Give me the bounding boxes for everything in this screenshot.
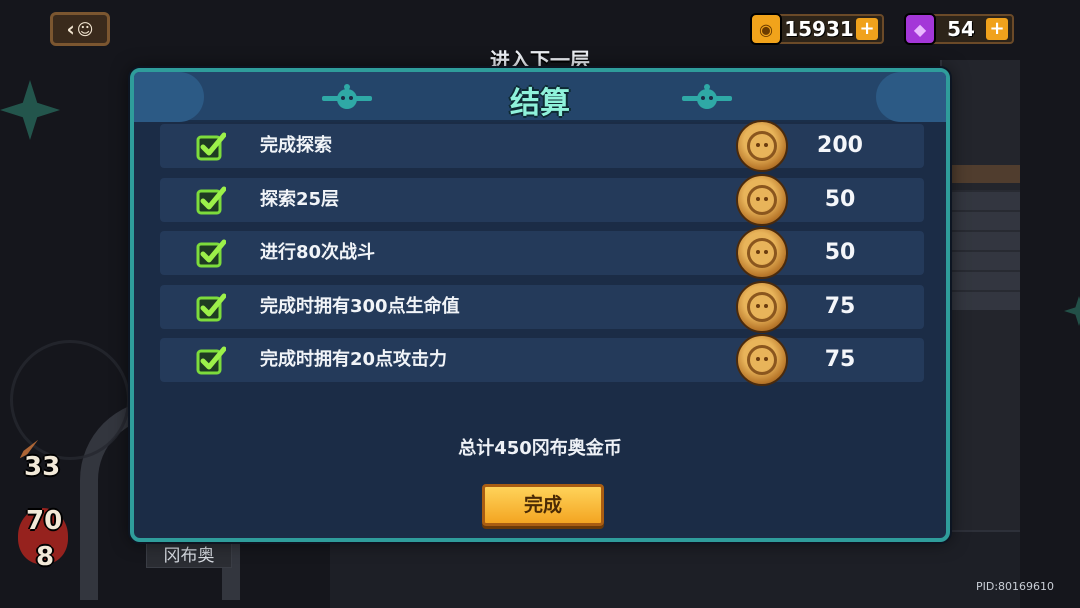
purple-gem-icon: ◆	[904, 13, 936, 45]
gem-amount: 54	[947, 17, 975, 41]
character-face-icon: ☺	[76, 19, 94, 39]
settlement-modal: 结算 完成探索 200 探索25层 50 进行80次战斗 50 完成时拥有300…	[130, 68, 950, 542]
bg-ring	[10, 340, 130, 460]
reward-row: 进行80次战斗 50	[160, 227, 924, 279]
character-name-plate: 冈布奥	[146, 542, 232, 568]
sparkle-icon	[0, 80, 60, 140]
gumball-coin-icon	[736, 120, 788, 172]
reward-value: 200	[817, 133, 863, 158]
reward-label: 探索25层	[260, 188, 340, 210]
gumball-coin-icon	[736, 227, 788, 279]
level-stat: 8	[36, 542, 55, 572]
gumball-coin-icon	[736, 280, 788, 333]
player-id: PID:80169610	[976, 580, 1055, 593]
reward-value: 75	[824, 293, 856, 319]
checkmark-icon	[196, 132, 226, 161]
reward-row: 完成时拥有300点生命值 75	[160, 280, 924, 333]
reward-row: 完成时拥有20点攻击力 75	[160, 334, 924, 386]
checkmark-icon	[196, 293, 226, 321]
reward-label: 完成时拥有300点生命值	[260, 295, 460, 317]
bg-wood-beam	[950, 165, 1020, 183]
gumball-coin-icon	[736, 334, 788, 386]
sparkle-icon	[1064, 296, 1080, 326]
bg-brick-wall	[950, 190, 1020, 310]
gold-currency: ◉ 15931 +	[750, 13, 884, 45]
reward-label: 进行80次战斗	[260, 242, 376, 263]
gold-coin-icon: ◉	[750, 13, 782, 45]
reward-value: 50	[824, 240, 856, 265]
attack-stat: 33	[24, 452, 61, 482]
add-gem-button[interactable]: +	[986, 18, 1008, 40]
total-reward: 总计450冈布奥金币	[458, 438, 622, 459]
gem-currency: ◆ 54 +	[904, 13, 1014, 45]
checkmark-icon	[196, 346, 226, 375]
reward-label: 完成时拥有20点攻击力	[260, 349, 448, 370]
modal-title: 结算	[510, 86, 570, 121]
done-button[interactable]: 完成	[482, 484, 604, 526]
reward-value: 50	[824, 186, 856, 212]
reward-label: 完成探索	[260, 135, 332, 156]
reward-row: 探索25层 50	[160, 173, 924, 226]
hp-stat: 70	[26, 506, 63, 536]
reward-value: 75	[824, 347, 856, 372]
checkmark-icon	[196, 186, 226, 214]
header-cap-left	[134, 72, 204, 122]
header-cap-right	[876, 72, 946, 122]
modal-header: 结算	[134, 72, 946, 122]
add-gold-button[interactable]: +	[856, 18, 878, 40]
checkmark-icon	[196, 239, 226, 268]
gumball-coin-icon	[736, 173, 788, 226]
gold-amount: 15931	[784, 17, 854, 41]
reward-row: 完成探索 200	[160, 120, 924, 172]
gumball-emblem-icon	[682, 84, 732, 109]
bg-wall-panel	[940, 60, 1020, 580]
back-button[interactable]: ‹ ☺	[50, 12, 110, 46]
back-arrow-icon: ‹	[66, 17, 75, 41]
reward-list: 完成探索 200 探索25层 50 进行80次战斗 50 完成时拥有300点生命…	[160, 120, 924, 392]
gumball-emblem-icon	[322, 84, 372, 109]
